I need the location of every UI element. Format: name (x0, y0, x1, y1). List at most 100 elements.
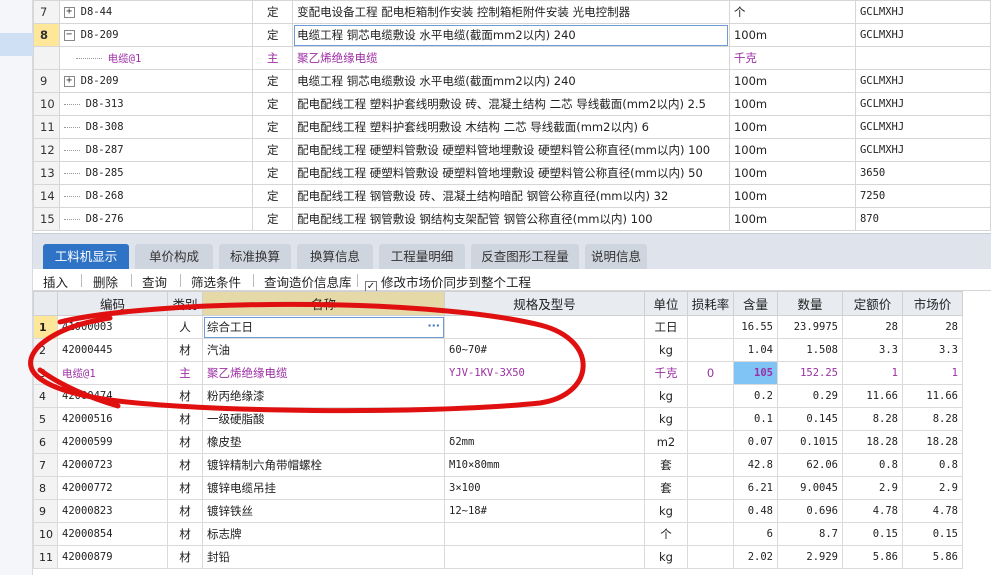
resource-category[interactable]: 材 (167, 407, 203, 431)
resource-unit[interactable]: 套 (644, 476, 688, 500)
resource-category[interactable]: 材 (167, 430, 203, 454)
resource-name[interactable]: 综合工日 ··· (202, 315, 445, 339)
table-row[interactable]: 3 电缆@1 主聚乙烯绝缘电缆 YJV-1KV-3X50 千克 0 105 152.25 1 1 (33, 361, 963, 385)
item-name[interactable]: 配电配线工程 塑料护套线明敷设 砖、混凝土结构 二芯 导线截面(mm2以内) 2… (292, 92, 730, 116)
item-name[interactable]: 变配电设备工程 配电柜箱制作安装 控制箱柜附件安装 光电控制器 (292, 0, 730, 24)
quantity-value[interactable]: 2.929 (777, 545, 843, 569)
market-price[interactable]: 1 (902, 361, 963, 385)
resource-category[interactable]: 材 (167, 545, 203, 569)
resource-code[interactable]: 42000823 (57, 499, 168, 523)
market-price[interactable]: 28 (902, 315, 963, 339)
quota-price[interactable]: 8.28 (842, 407, 903, 431)
resource-unit[interactable]: kg (644, 384, 688, 408)
content-value[interactable]: 0.48 (733, 499, 778, 523)
query-price-library-button[interactable]: 查询造价信息库 (264, 272, 352, 291)
resource-category[interactable]: 材 (167, 384, 203, 408)
market-price[interactable]: 2.9 (902, 476, 963, 500)
table-row[interactable]: 5 42000516 材一级硬脂酸 kg 0.1 0.145 8.28 8.28 (33, 407, 963, 431)
resource-code[interactable]: 42000879 (57, 545, 168, 569)
item-name[interactable]: 配电配线工程 钢管敷设 砖、混凝土结构暗配 钢管公称直径(mm以内) 32 (292, 184, 730, 208)
quantity-value[interactable]: 9.0045 (777, 476, 843, 500)
item-row[interactable]: 12 D8-287 定配电配线工程 硬塑料管敷设 硬塑料管地埋敷设 硬塑料管公称直径… (33, 138, 991, 162)
quota-price[interactable]: 18.28 (842, 430, 903, 454)
resource-spec[interactable] (444, 545, 645, 569)
resource-spec[interactable] (444, 522, 645, 546)
column-header[interactable]: 编码 (57, 291, 168, 316)
resource-code[interactable]: 42000516 (57, 407, 168, 431)
column-header[interactable]: 市场价 (902, 291, 963, 316)
minus-box-icon[interactable]: − (63, 29, 75, 41)
filter-button[interactable]: 筛选条件 (191, 272, 241, 291)
item-row[interactable]: 7 + D8-44 定变配电设备工程 配电柜箱制作安装 控制箱柜附件安装 光电控制器个… (33, 0, 991, 24)
quantity-value[interactable]: 0.29 (777, 384, 843, 408)
column-header[interactable]: 类别 (167, 291, 203, 316)
item-row[interactable]: 10 D8-313 定配电配线工程 塑料护套线明敷设 砖、混凝土结构 二芯 导线截面… (33, 92, 991, 116)
item-row[interactable]: 9 + D8-209 定电缆工程 铜芯电缆敷设 水平电缆(截面mm2以内) 240 10… (33, 69, 991, 93)
loss-rate[interactable] (687, 499, 734, 523)
resource-spec[interactable]: 3×100 (444, 476, 645, 500)
tab-6[interactable]: 反查图形工程量 (471, 244, 579, 270)
item-code[interactable]: + D8-44 (58, 0, 254, 24)
sync-market-price-option[interactable]: ✓ 修改市场价同步到整个工程 (365, 272, 531, 293)
table-row[interactable]: 8 42000772 材镀锌电缆吊挂 3×100 套 6.21 9.0045 2.9 2.9 (33, 476, 963, 500)
column-header[interactable]: 数量 (777, 291, 843, 316)
content-value[interactable]: 2.02 (733, 545, 778, 569)
item-row[interactable]: 13 D8-285 定配电配线工程 硬塑料管敷设 硬塑料管地埋敷设 硬塑料管公称直径… (33, 161, 991, 185)
resource-spec[interactable]: YJV-1KV-3X50 (444, 361, 645, 385)
tab-5[interactable]: 工程量明细 (379, 244, 465, 270)
item-code[interactable]: D8-276 (58, 207, 254, 231)
column-header[interactable] (33, 291, 58, 316)
item-code[interactable]: 电缆@1 (58, 46, 254, 70)
resource-code[interactable]: 42000723 (57, 453, 168, 477)
item-name[interactable]: 聚乙烯绝缘电缆 (292, 46, 730, 70)
resource-name[interactable]: 标志牌 (202, 522, 445, 546)
resource-unit[interactable]: kg (644, 545, 688, 569)
ellipsis-icon[interactable]: ··· (427, 319, 440, 332)
quota-price[interactable]: 1 (842, 361, 903, 385)
resource-unit[interactable]: 套 (644, 453, 688, 477)
market-price[interactable]: 0.8 (902, 453, 963, 477)
item-name[interactable]: 配电配线工程 钢管敷设 钢结构支架配管 钢管公称直径(mm以内) 100 (292, 207, 730, 231)
resource-spec[interactable]: 60~70# (444, 338, 645, 362)
resource-category[interactable]: 材 (167, 338, 203, 362)
resource-category[interactable]: 材 (167, 476, 203, 500)
loss-rate[interactable] (687, 407, 734, 431)
quantity-value[interactable]: 8.7 (777, 522, 843, 546)
loss-rate[interactable] (687, 430, 734, 454)
content-value[interactable]: 0.07 (733, 430, 778, 454)
market-price[interactable]: 8.28 (902, 407, 963, 431)
resource-spec[interactable] (444, 384, 645, 408)
market-price[interactable]: 5.86 (902, 545, 963, 569)
resource-spec[interactable]: M10×80mm (444, 453, 645, 477)
insert-button[interactable]: 插入 (43, 272, 68, 291)
column-header[interactable]: 单位 (644, 291, 688, 316)
content-value[interactable]: 0.1 (733, 407, 778, 431)
delete-button[interactable]: 删除 (93, 272, 118, 291)
resource-name[interactable]: 汽油 (202, 338, 445, 362)
quota-price[interactable]: 2.9 (842, 476, 903, 500)
loss-rate[interactable] (687, 315, 734, 339)
item-code[interactable]: D8-287 (58, 138, 254, 162)
resource-name[interactable]: 橡皮垫 (202, 430, 445, 454)
content-value[interactable]: 6.21 (733, 476, 778, 500)
item-code[interactable]: D8-268 (58, 184, 254, 208)
item-code[interactable]: D8-285 (58, 161, 254, 185)
resource-name[interactable]: 聚乙烯绝缘电缆 (202, 361, 445, 385)
resource-unit[interactable]: kg (644, 499, 688, 523)
quota-price[interactable]: 0.8 (842, 453, 903, 477)
loss-rate[interactable] (687, 453, 734, 477)
tab-1[interactable]: 工料机显示 (43, 244, 129, 270)
item-row[interactable]: 电缆@1 主聚乙烯绝缘电缆 千克 (33, 46, 991, 70)
table-row[interactable]: 11 42000879 材封铅 kg 2.02 2.929 5.86 5.86 (33, 545, 963, 569)
resource-code[interactable]: 42000772 (57, 476, 168, 500)
content-value[interactable]: 105 (733, 361, 778, 385)
quantity-value[interactable]: 0.145 (777, 407, 843, 431)
resource-code[interactable]: 42000854 (57, 522, 168, 546)
quota-price[interactable]: 11.66 (842, 384, 903, 408)
resource-unit[interactable]: 个 (644, 522, 688, 546)
loss-rate[interactable] (687, 545, 734, 569)
item-code[interactable]: D8-313 (58, 92, 254, 116)
table-row[interactable]: 9 42000823 材镀锌铁丝 12~18# kg 0.48 0.696 4.78 4.78 (33, 499, 963, 523)
item-name[interactable]: 配电配线工程 硬塑料管敷设 硬塑料管地埋敷设 硬塑料管公称直径(mm以内) 50 (292, 161, 730, 185)
quantity-value[interactable]: 0.1015 (777, 430, 843, 454)
